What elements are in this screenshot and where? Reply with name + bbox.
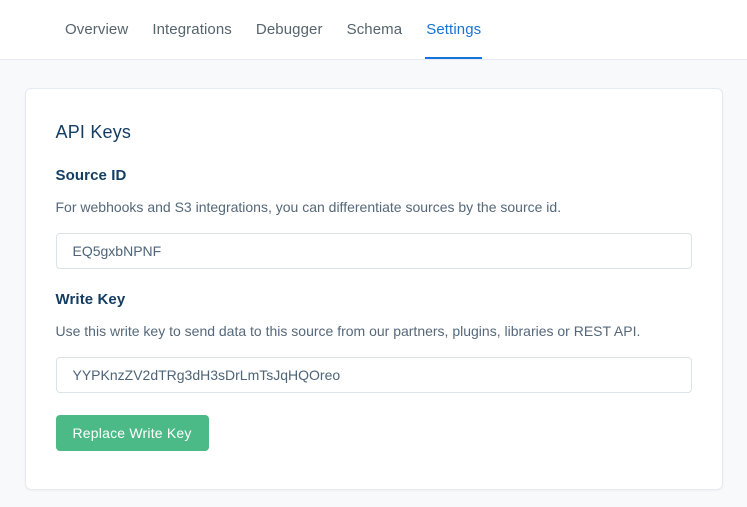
api-keys-card: API Keys Source ID For webhooks and S3 i… bbox=[25, 88, 723, 490]
page-body: API Keys Source ID For webhooks and S3 i… bbox=[0, 60, 747, 507]
source-id-field: Source ID For webhooks and S3 integratio… bbox=[56, 165, 692, 269]
tab-schema[interactable]: Schema bbox=[346, 0, 404, 59]
tab-debugger[interactable]: Debugger bbox=[255, 0, 324, 59]
tab-overview[interactable]: Overview bbox=[64, 0, 129, 59]
write-key-field: Write Key Use this write key to send dat… bbox=[56, 289, 692, 393]
source-id-description: For webhooks and S3 integrations, you ca… bbox=[56, 197, 692, 217]
write-key-label: Write Key bbox=[56, 289, 692, 311]
tab-integrations[interactable]: Integrations bbox=[151, 0, 233, 59]
write-key-description: Use this write key to send data to this … bbox=[56, 321, 692, 341]
top-nav: Overview Integrations Debugger Schema Se… bbox=[0, 0, 747, 60]
card-title: API Keys bbox=[56, 119, 692, 145]
write-key-input[interactable] bbox=[56, 357, 692, 393]
tab-settings[interactable]: Settings bbox=[425, 0, 482, 59]
source-id-label: Source ID bbox=[56, 165, 692, 187]
source-id-input[interactable] bbox=[56, 233, 692, 269]
replace-write-key-button[interactable]: Replace Write Key bbox=[56, 415, 209, 451]
